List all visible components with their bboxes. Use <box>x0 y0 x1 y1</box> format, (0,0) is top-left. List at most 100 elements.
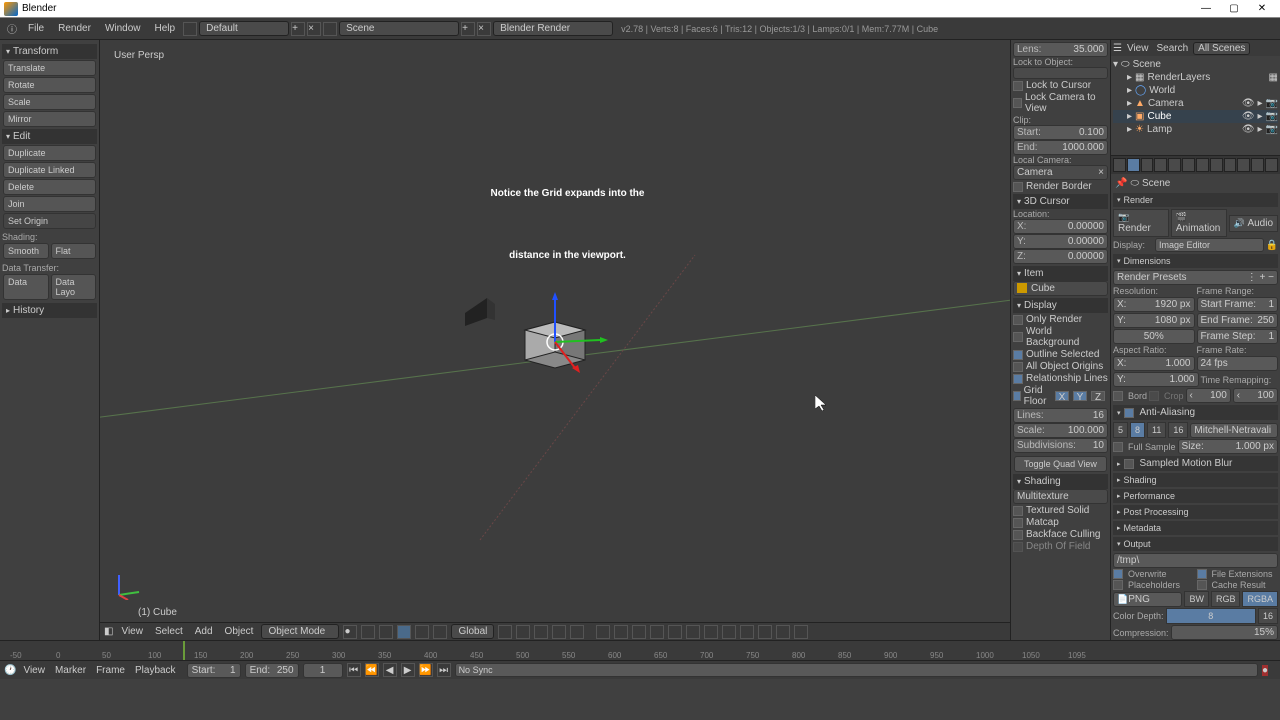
cat-dimensions[interactable]: Dimensions <box>1113 254 1278 268</box>
grid-y-toggle[interactable]: Y <box>1073 391 1087 401</box>
cat-output[interactable]: Output <box>1113 537 1278 551</box>
outliner-search[interactable]: Search <box>1153 43 1191 54</box>
scene-browse[interactable] <box>323 22 337 36</box>
join-button[interactable]: Join <box>3 196 96 212</box>
tab-object[interactable] <box>1168 158 1181 172</box>
panel-transform[interactable]: Transform <box>2 44 97 59</box>
tab-particles[interactable] <box>1251 158 1264 172</box>
grid-floor-check[interactable] <box>1013 391 1021 401</box>
set-origin-button[interactable]: Set Origin <box>3 213 96 229</box>
grid-z-toggle[interactable]: Z <box>1091 391 1105 401</box>
delete-button[interactable]: Delete <box>3 179 96 195</box>
outliner-filter[interactable]: All Scenes <box>1193 42 1250 55</box>
camera-field[interactable]: Camera× <box>1013 165 1108 180</box>
frame-step[interactable]: Frame Step:1 <box>1197 329 1279 344</box>
layer-9[interactable] <box>650 625 664 639</box>
jump-start-button[interactable]: ⏮ <box>347 663 361 677</box>
tl-end[interactable]: End:250 <box>245 663 299 678</box>
cat-metadata[interactable]: Metadata <box>1113 521 1278 535</box>
aa-filter[interactable]: Mitchell-Netravali <box>1190 423 1278 438</box>
snap-icon[interactable] <box>722 625 736 639</box>
tl-playback[interactable]: Playback <box>132 664 179 677</box>
rotate-button[interactable]: Rotate <box>3 77 96 93</box>
mirror-button[interactable]: Mirror <box>3 111 96 127</box>
grid-scale[interactable]: Scale:100.000 <box>1013 423 1108 438</box>
fileext-check[interactable] <box>1197 569 1207 579</box>
backface-check[interactable] <box>1013 530 1023 540</box>
tl-current[interactable]: 1 <box>303 663 343 678</box>
tab-render-layers[interactable] <box>1127 158 1140 172</box>
start-frame[interactable]: Start Frame:1 <box>1197 297 1279 312</box>
fps-select[interactable]: 24 fps <box>1197 356 1279 371</box>
scene-select[interactable]: Scene <box>339 21 459 36</box>
duplicate-button[interactable]: Duplicate <box>3 145 96 161</box>
tl-start[interactable]: Start:1 <box>187 663 241 678</box>
menu-file[interactable]: File <box>22 21 50 36</box>
data-layout-button[interactable]: Data Layo <box>51 274 97 300</box>
tl-view[interactable]: View <box>20 664 48 677</box>
display-select[interactable]: Image Editor <box>1155 238 1264 252</box>
scene-del[interactable]: × <box>477 22 491 36</box>
remap-old[interactable]: ‹100 <box>1186 388 1231 403</box>
output-path[interactable]: /tmp\ <box>1113 553 1278 568</box>
shading-mode[interactable]: Multitexture <box>1013 489 1108 504</box>
clip-end[interactable]: End:1000.000 <box>1013 140 1108 155</box>
outliner-tree[interactable]: ▾⬭Scene ▸▦RenderLayers▦ ▸◯World ▸▲Camera… <box>1111 56 1280 156</box>
lens-field[interactable]: Lens:35.000 <box>1013 42 1108 57</box>
cursor-z[interactable]: Z:0.00000 <box>1013 249 1108 264</box>
duplicate-linked-button[interactable]: Duplicate Linked <box>3 162 96 178</box>
panel-shading[interactable]: Shading <box>1013 474 1108 489</box>
pivot-icon[interactable] <box>361 625 375 639</box>
pin-icon[interactable]: 📌 <box>1115 178 1127 189</box>
panel-item[interactable]: Item <box>1013 266 1108 281</box>
mode-select[interactable]: Object Mode <box>261 624 339 639</box>
render-engine-select[interactable]: Blender Render <box>493 21 613 36</box>
overwrite-check[interactable] <box>1113 569 1123 579</box>
outliner-view[interactable]: View <box>1124 43 1152 54</box>
cat-post[interactable]: Post Processing <box>1113 505 1278 519</box>
tab-constraints[interactable] <box>1182 158 1195 172</box>
flat-button[interactable]: Flat <box>51 243 97 259</box>
lock-interface[interactable]: 🔒 <box>1266 240 1278 251</box>
vp-object-menu[interactable]: Object <box>221 625 258 638</box>
back-to-previous[interactable] <box>183 22 197 36</box>
border-check[interactable] <box>1113 391 1123 401</box>
3d-viewport[interactable]: User Persp <box>100 40 1010 640</box>
outline-selected-check[interactable] <box>1013 350 1023 360</box>
tab-modifiers[interactable] <box>1196 158 1209 172</box>
manipulator-translate-icon[interactable] <box>397 625 411 639</box>
minimize-button[interactable]: — <box>1192 3 1220 14</box>
lock-camera-check[interactable] <box>1013 98 1022 108</box>
data-button[interactable]: Data <box>3 274 49 300</box>
audio-button[interactable]: 🔊 Audio <box>1229 215 1278 232</box>
play-reverse-button[interactable]: ◀ <box>383 663 397 677</box>
render-button[interactable]: 📷 Render <box>1113 209 1169 237</box>
animation-button[interactable]: 🎬 Animation <box>1171 209 1227 237</box>
tab-texture[interactable] <box>1237 158 1250 172</box>
grid-lines[interactable]: Lines:16 <box>1013 408 1108 423</box>
playhead[interactable] <box>183 641 185 660</box>
bw-button[interactable]: BW <box>1184 591 1209 607</box>
grid-subdiv[interactable]: Subdivisions:10 <box>1013 438 1108 453</box>
manipulator-scale-icon[interactable] <box>433 625 447 639</box>
manipulator-icon[interactable] <box>379 625 393 639</box>
tab-world[interactable] <box>1154 158 1167 172</box>
rel-lines-check[interactable] <box>1013 374 1023 384</box>
depth-8[interactable]: 8 <box>1166 608 1256 624</box>
keyframe-prev-button[interactable]: ⏪ <box>365 663 379 677</box>
layer-6[interactable] <box>596 625 610 639</box>
aspect-x[interactable]: X:1.000 <box>1113 356 1195 371</box>
tab-physics[interactable] <box>1265 158 1278 172</box>
tl-marker[interactable]: Marker <box>52 664 89 677</box>
aa-size[interactable]: Size:1.000 px <box>1178 439 1278 454</box>
layer-4[interactable] <box>552 625 566 639</box>
lock-object-field[interactable] <box>1013 67 1108 79</box>
clip-start[interactable]: Start:0.100 <box>1013 125 1108 140</box>
play-button[interactable]: ▶ <box>401 663 415 677</box>
autokey-icon[interactable]: ● <box>1262 665 1268 676</box>
maximize-button[interactable]: ▢ <box>1220 3 1248 14</box>
layer-3[interactable] <box>534 625 548 639</box>
layer-1[interactable] <box>498 625 512 639</box>
timeline-ruler[interactable]: -500501001502002503003504004505005506006… <box>0 641 1280 661</box>
outliner-icon[interactable]: ☰ <box>1113 43 1122 54</box>
